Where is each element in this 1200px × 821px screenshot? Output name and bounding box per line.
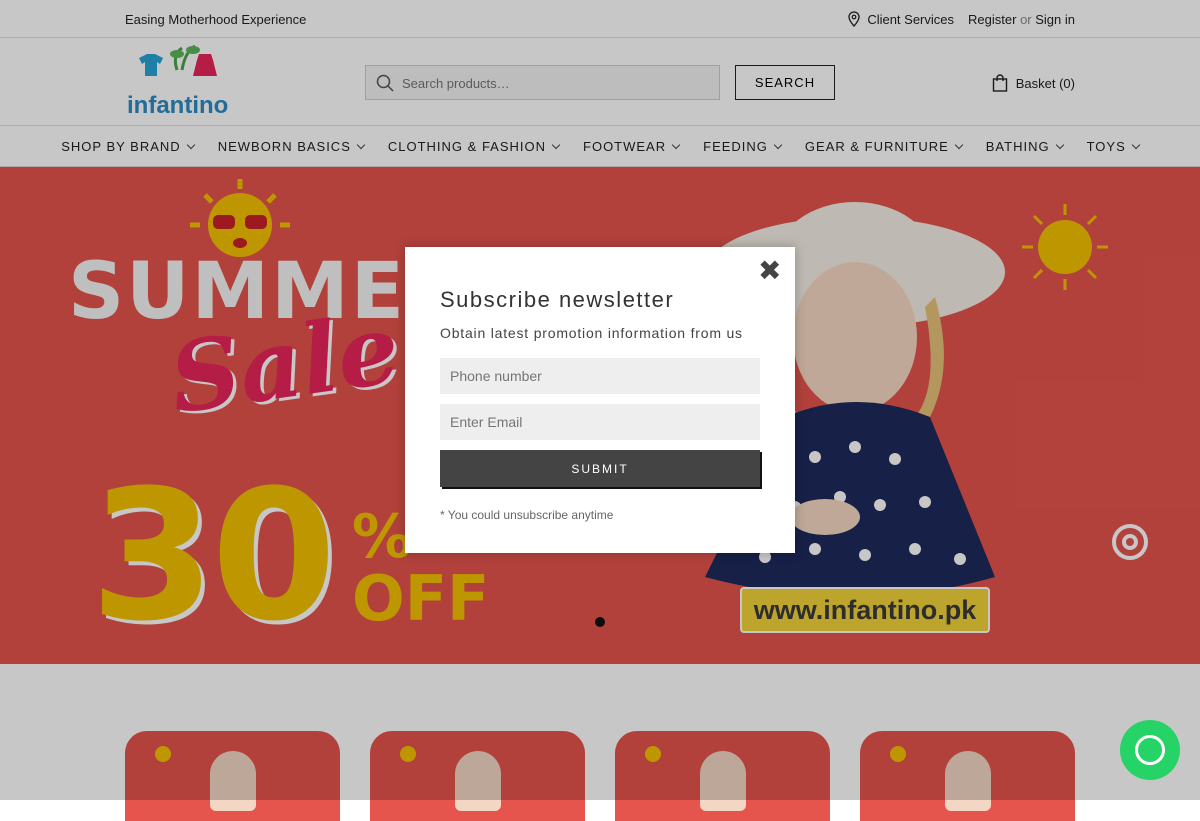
unsubscribe-note: * You could unsubscribe anytime	[440, 508, 614, 522]
email-field[interactable]	[440, 404, 760, 440]
close-icon[interactable]: ✖	[758, 257, 781, 285]
whatsapp-button[interactable]	[1120, 720, 1180, 780]
modal-subtitle: Obtain latest promotion information from…	[440, 325, 743, 341]
phone-field[interactable]	[440, 358, 760, 394]
whatsapp-icon	[1135, 735, 1165, 765]
modal-title: Subscribe newsletter	[440, 287, 675, 312]
newsletter-modal: ✖ Subscribe newsletter Obtain latest pro…	[405, 247, 795, 553]
submit-button[interactable]: SUBMIT	[440, 450, 760, 487]
